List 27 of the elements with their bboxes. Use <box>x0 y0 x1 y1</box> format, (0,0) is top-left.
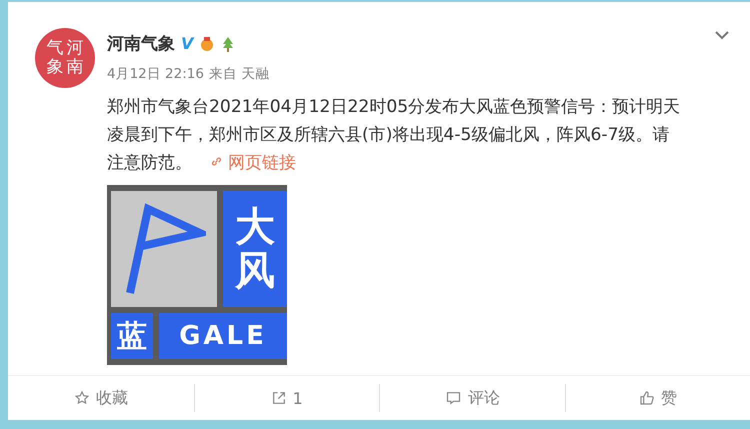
avatar-character: 气 <box>46 39 64 58</box>
favorite-button[interactable]: 收藏 <box>8 384 194 412</box>
avatar-character: 象 <box>46 58 64 77</box>
web-link[interactable]: 网页链接 <box>210 153 296 173</box>
thumbs-up-icon <box>638 390 655 406</box>
like-button[interactable]: 赞 <box>564 384 750 412</box>
link-icon <box>210 155 223 168</box>
sign-level: 蓝 <box>117 318 147 356</box>
verified-label: V <box>181 34 194 53</box>
chevron-down-icon[interactable] <box>714 30 730 40</box>
post-time[interactable]: 4月12日 22:16 <box>107 65 204 83</box>
warning-sign[interactable]: 大风 蓝 GALE <box>107 185 287 365</box>
star-icon <box>74 390 90 406</box>
comment-icon <box>444 390 462 406</box>
share-icon <box>270 390 287 406</box>
sign-english: GALE <box>179 321 267 351</box>
author-name[interactable]: 河南气象 <box>107 32 175 55</box>
avatar[interactable]: 气 河 象 南 <box>35 28 95 88</box>
comment-button[interactable]: 评论 <box>379 384 564 412</box>
post-source: 来自 天融 <box>208 65 270 83</box>
medal-icon <box>199 36 216 52</box>
repost-button[interactable]: 1 <box>194 384 379 412</box>
avatar-character: 南 <box>66 58 84 77</box>
avatar-character: 河 <box>66 39 84 58</box>
post-text: 郑州市气象台2021年04月12日22时05分发布大风蓝色预警信号：预计明天凌晨到下午，郑州市区及所辖六县(市)将出现4-5级偏北风，阵风6-7级。请注意防范。 网页链接 <box>107 96 682 175</box>
sign-title: 大风 <box>235 205 275 293</box>
tree-icon <box>221 36 236 52</box>
